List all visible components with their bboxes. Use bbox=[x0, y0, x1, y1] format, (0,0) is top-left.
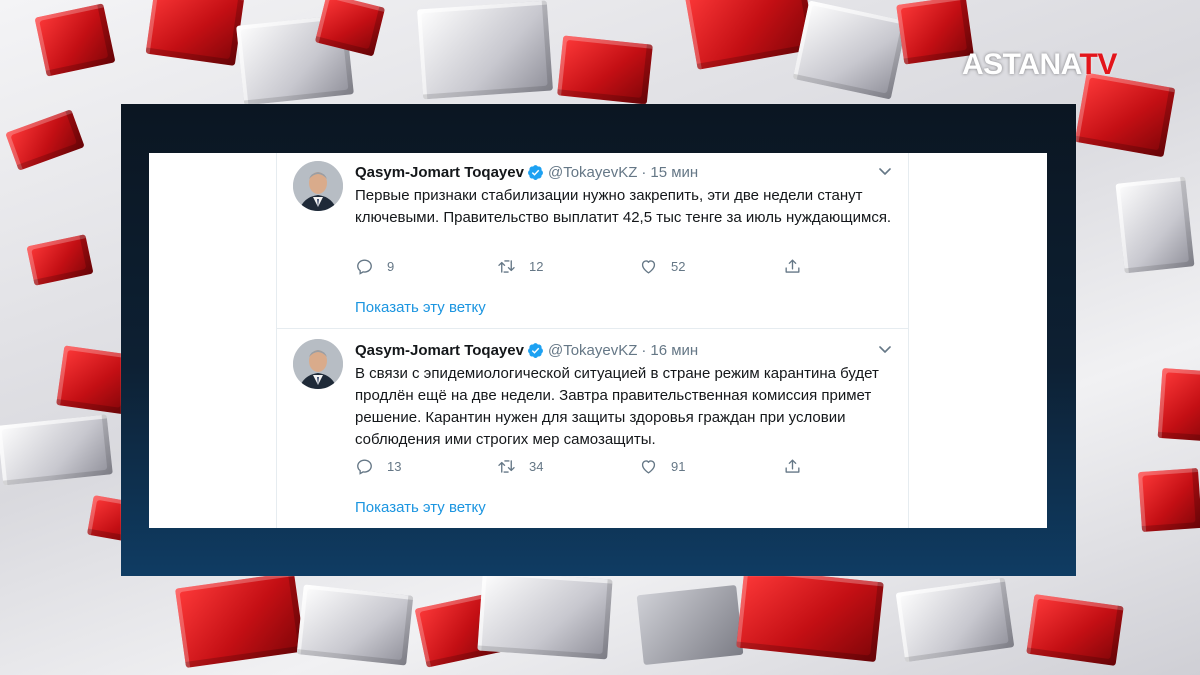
tweet-actions: 13 34 91 bbox=[355, 457, 815, 477]
verified-icon bbox=[528, 342, 543, 358]
decor-cube bbox=[26, 234, 94, 286]
tweet-time[interactable]: 15 мин bbox=[650, 164, 698, 181]
decor-cube bbox=[1026, 594, 1124, 666]
decor-cube bbox=[557, 35, 653, 105]
retweet-count: 34 bbox=[529, 459, 544, 474]
like-button[interactable]: 52 bbox=[639, 257, 685, 276]
decor-cube bbox=[175, 572, 305, 668]
tweet-body: Qasym-Jomart Toqayev @TokayevKZ · 15 мин… bbox=[355, 161, 893, 317]
retweet-count: 12 bbox=[529, 259, 544, 274]
reply-count: 13 bbox=[387, 459, 402, 474]
decor-cube bbox=[1074, 72, 1176, 158]
retweet-button[interactable]: 34 bbox=[497, 457, 543, 476]
chevron-down-icon[interactable] bbox=[877, 163, 893, 179]
tweet-body: Qasym-Jomart Toqayev @TokayevKZ · 16 мин… bbox=[355, 339, 893, 516]
decor-cube bbox=[477, 570, 613, 660]
like-count: 91 bbox=[671, 459, 686, 474]
retweet-icon bbox=[498, 260, 515, 273]
reply-button[interactable]: 9 bbox=[355, 257, 394, 276]
tweet-time[interactable]: 16 мин bbox=[650, 342, 698, 359]
avatar[interactable] bbox=[293, 339, 343, 389]
twitter-timeline: Qasym-Jomart Toqayev @TokayevKZ · 15 мин… bbox=[149, 153, 1047, 528]
decor-cube bbox=[34, 3, 116, 77]
show-thread-link[interactable]: Показать эту ветку bbox=[355, 299, 486, 316]
decor-cube bbox=[1157, 367, 1200, 443]
decor-cube bbox=[0, 414, 113, 486]
decor-cube bbox=[5, 109, 85, 171]
decor-cube bbox=[296, 584, 414, 666]
like-count: 52 bbox=[671, 259, 686, 274]
reply-button[interactable]: 13 bbox=[355, 457, 401, 476]
decor-cube bbox=[736, 567, 884, 663]
decor-cube bbox=[792, 0, 908, 100]
separator-dot: · bbox=[641, 163, 647, 181]
author-handle[interactable]: @TokayevKZ bbox=[548, 164, 637, 181]
tweet-header: Qasym-Jomart Toqayev @TokayevKZ · 16 мин bbox=[355, 339, 893, 361]
decor-cube bbox=[895, 577, 1015, 663]
decor-cube bbox=[1115, 176, 1195, 274]
reply-icon bbox=[357, 259, 372, 275]
share-button[interactable] bbox=[783, 457, 815, 476]
reply-icon bbox=[357, 459, 372, 475]
tweet[interactable]: Qasym-Jomart Toqayev @TokayevKZ · 15 мин… bbox=[277, 153, 909, 328]
author-handle[interactable]: @TokayevKZ bbox=[548, 342, 637, 359]
chevron-down-icon[interactable] bbox=[877, 341, 893, 357]
avatar[interactable] bbox=[293, 161, 343, 211]
retweet-button[interactable]: 12 bbox=[497, 257, 543, 276]
share-icon bbox=[785, 259, 800, 273]
channel-logo: ASTANATV bbox=[962, 48, 1117, 82]
verified-icon bbox=[528, 164, 543, 180]
separator-dot: · bbox=[641, 341, 647, 359]
tweet-header: Qasym-Jomart Toqayev @TokayevKZ · 15 мин bbox=[355, 161, 893, 183]
decor-cube bbox=[636, 584, 744, 666]
heart-icon bbox=[641, 260, 656, 274]
author-name[interactable]: Qasym-Jomart Toqayev bbox=[355, 164, 524, 181]
tweet-text: В связи с эпидемиологической ситуацией в… bbox=[355, 365, 879, 448]
tweet-text: Первые признаки стабилизации нужно закре… bbox=[355, 187, 892, 226]
decor-cube bbox=[417, 0, 553, 100]
author-name[interactable]: Qasym-Jomart Toqayev bbox=[355, 342, 524, 359]
show-thread-link[interactable]: Показать эту ветку bbox=[355, 499, 486, 516]
tweet-actions: 9 12 52 bbox=[355, 257, 815, 277]
retweet-icon bbox=[498, 460, 515, 473]
like-button[interactable]: 91 bbox=[639, 457, 685, 476]
reply-count: 9 bbox=[387, 259, 395, 274]
heart-icon bbox=[641, 460, 656, 474]
decor-cube bbox=[1137, 467, 1200, 533]
share-button[interactable] bbox=[783, 257, 815, 276]
logo-accent: TV bbox=[1079, 48, 1118, 81]
tweet[interactable]: Qasym-Jomart Toqayev @TokayevKZ · 16 мин… bbox=[277, 329, 909, 528]
decor-cube bbox=[145, 0, 245, 66]
logo-main: ASTANA bbox=[962, 48, 1080, 81]
share-icon bbox=[785, 459, 800, 473]
